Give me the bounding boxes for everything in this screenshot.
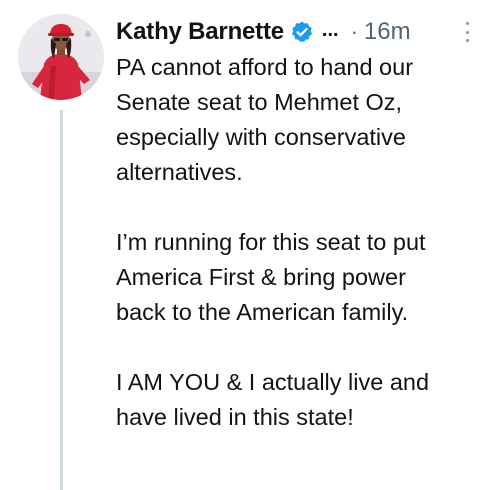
tweet-paragraph: I AM YOU & I actually live and have live… [116, 365, 488, 435]
text-line: PA cannot afford to hand our [116, 54, 414, 80]
timestamp[interactable]: 16m [364, 18, 411, 46]
tweet-text: PA cannot afford to hand our Senate seat… [116, 50, 488, 470]
text-line: I’m running for this seat to put [116, 229, 426, 255]
author-name[interactable]: Kathy Barnette [116, 18, 284, 46]
more-options-icon[interactable] [464, 22, 470, 42]
avatar-column [18, 14, 106, 490]
text-line: Senate seat to Mehmet Oz, [116, 89, 403, 115]
text-line: I AM YOU & I actually live and [116, 369, 430, 395]
tweet-paragraph: PA cannot afford to hand our Senate seat… [116, 50, 488, 190]
text-line: alternatives. [116, 159, 243, 185]
text-line: back to the American family. [116, 299, 409, 325]
text-line: especially with conservative [116, 124, 406, 150]
text-line: America First & bring power [116, 264, 406, 290]
tweet-header: Kathy Barnette ... · 16m [116, 12, 488, 52]
verified-badge-icon [290, 20, 314, 44]
name-truncation: ... [321, 18, 339, 41]
thread-line [60, 110, 63, 490]
avatar-image [18, 14, 104, 100]
text-line: have lived in this state! [116, 404, 354, 430]
separator-dot: · [350, 19, 358, 44]
avatar[interactable] [18, 14, 104, 100]
tweet[interactable]: Kathy Barnette ... · 16m PA cannot affor… [0, 0, 500, 490]
tweet-paragraph: I’m running for this seat to put America… [116, 225, 488, 330]
